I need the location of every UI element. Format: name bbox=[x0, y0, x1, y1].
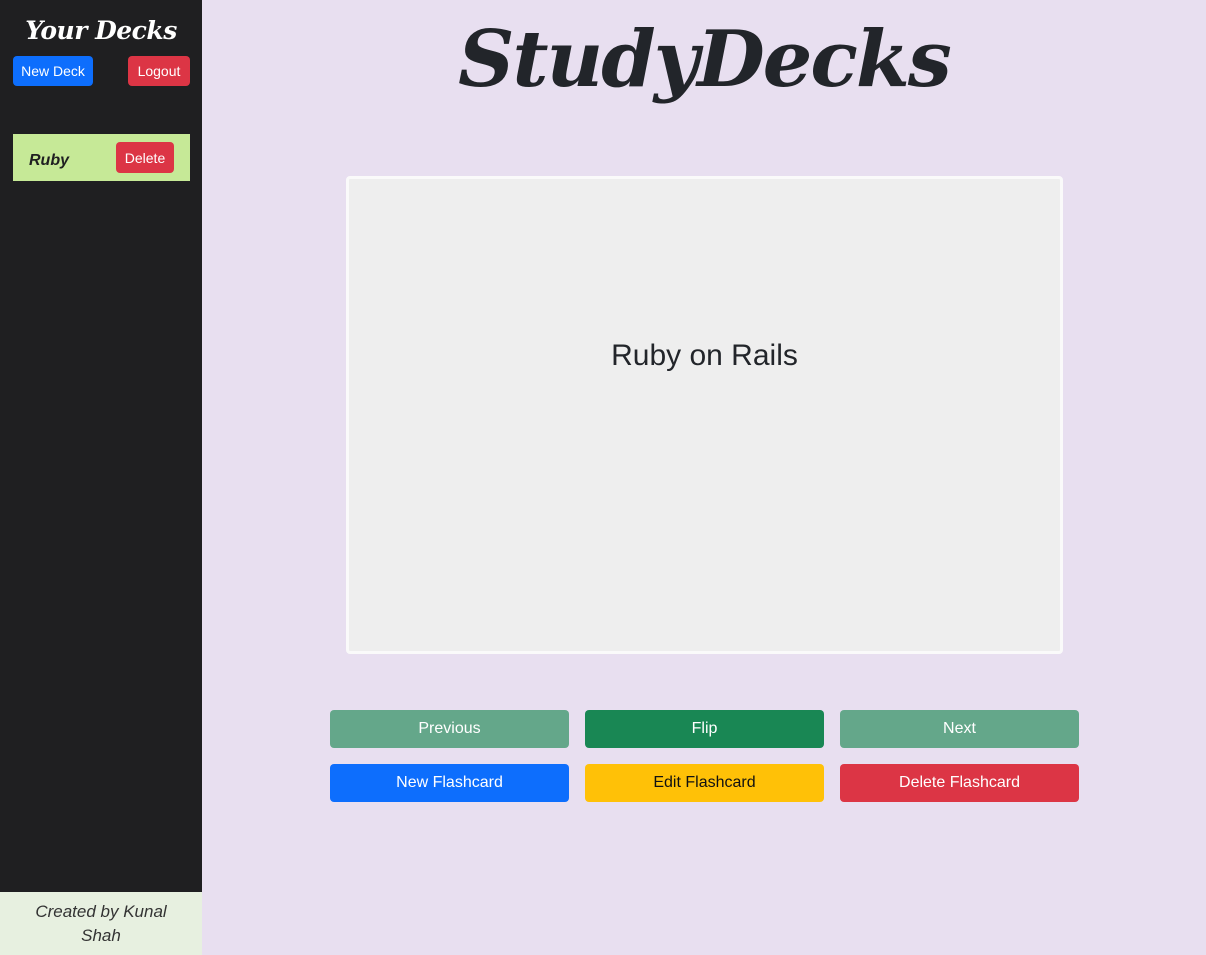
sidebar: Your Decks New Deck Logout Ruby Delete C… bbox=[0, 0, 202, 955]
deck-name[interactable]: Ruby bbox=[29, 152, 69, 170]
delete-deck-button[interactable]: Delete bbox=[116, 142, 174, 173]
sidebar-title: Your Decks bbox=[25, 16, 177, 45]
footer-credit: Created by Kunal Shah bbox=[0, 892, 202, 955]
deck-item-ruby[interactable]: Ruby Delete bbox=[13, 134, 190, 181]
flashcard-text: Ruby on Rails bbox=[611, 339, 798, 372]
logout-button[interactable]: Logout bbox=[128, 56, 190, 86]
flip-button[interactable]: Flip bbox=[585, 710, 824, 748]
previous-button[interactable]: Previous bbox=[330, 710, 569, 748]
page-title: StudyDecks bbox=[458, 14, 952, 105]
edit-flashcard-button[interactable]: Edit Flashcard bbox=[585, 764, 824, 802]
next-button[interactable]: Next bbox=[840, 710, 1079, 748]
new-flashcard-button[interactable]: New Flashcard bbox=[330, 764, 569, 802]
delete-flashcard-button[interactable]: Delete Flashcard bbox=[840, 764, 1079, 802]
new-deck-button[interactable]: New Deck bbox=[13, 56, 93, 86]
flashcard[interactable]: Ruby on Rails bbox=[346, 176, 1063, 654]
